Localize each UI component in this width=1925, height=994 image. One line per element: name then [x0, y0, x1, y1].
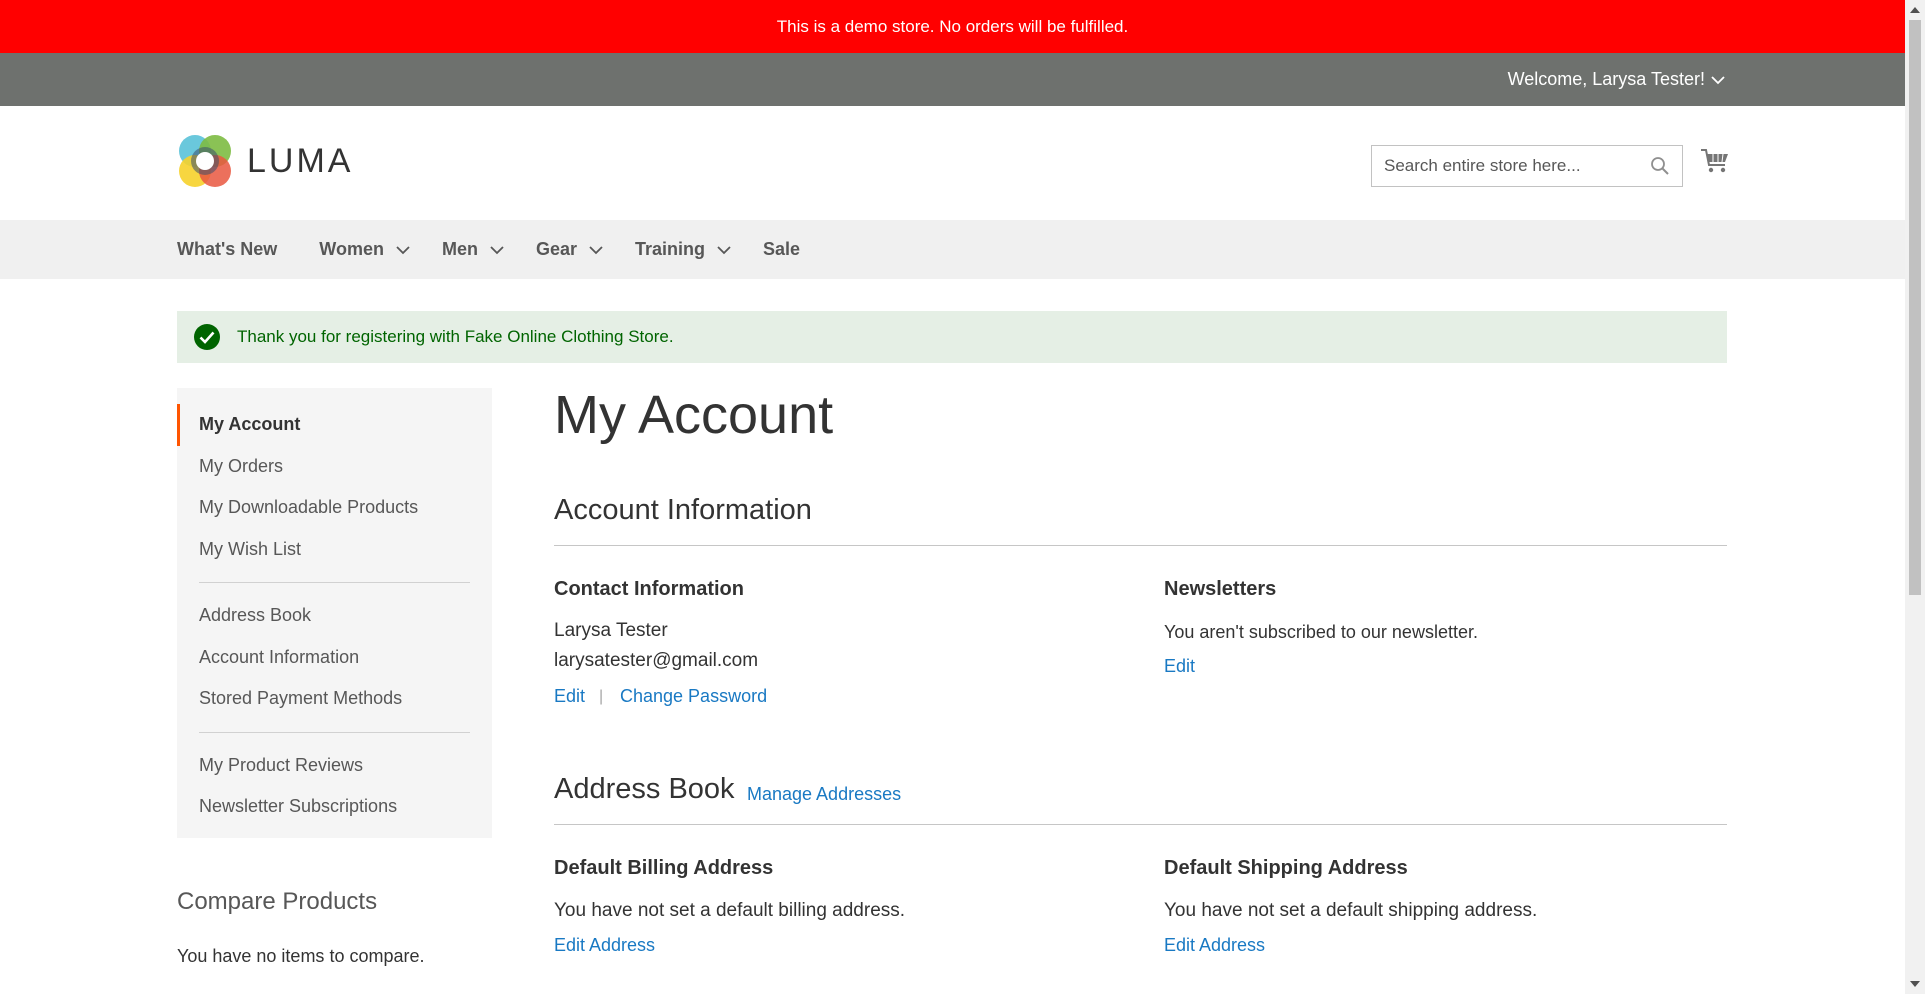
logo-text: LUMA: [247, 141, 354, 180]
nav-item-label: Training: [635, 239, 706, 259]
scroll-up-icon[interactable]: [1910, 6, 1920, 14]
site-header: LUMA: [0, 106, 1905, 220]
sidebar-item-stored-payment-methods[interactable]: Stored Payment Methods: [177, 678, 492, 720]
compare-products-empty: You have no items to compare.: [177, 946, 425, 966]
nav-item-whats-new[interactable]: What's New: [177, 239, 277, 260]
scroll-down-icon[interactable]: [1910, 980, 1920, 988]
page-title: My Account: [554, 385, 834, 445]
newsletters-edit-link[interactable]: Edit: [1164, 656, 1195, 677]
account-sidebar: My Account My Orders My Downloadable Pro…: [177, 388, 492, 838]
contact-edit-link[interactable]: Edit: [554, 686, 585, 707]
chevron-down-icon: [490, 245, 504, 254]
contact-name: Larysa Tester: [554, 620, 668, 641]
search-box: [1371, 145, 1683, 187]
address-book-title: Address Book: [554, 773, 735, 805]
sidebar-item-product-reviews[interactable]: My Product Reviews: [177, 745, 492, 787]
sidebar-item-account-information[interactable]: Account Information: [177, 637, 492, 679]
section-divider: [554, 545, 1727, 546]
nav-item-men[interactable]: Men: [442, 239, 504, 260]
demo-notice: This is a demo store. No orders will be …: [0, 0, 1905, 53]
customer-menu-toggle[interactable]: Welcome, Larysa Tester!: [1508, 53, 1725, 106]
sidebar-item-wish-list[interactable]: My Wish List: [177, 529, 492, 571]
contact-email: larysatester@gmail.com: [554, 650, 759, 671]
main-nav: What's New Women Men Gear Training Sale: [0, 220, 1905, 279]
newsletters-status: You aren't subscribed to our newsletter.: [1164, 622, 1478, 642]
sidebar-item-my-account[interactable]: My Account: [177, 404, 492, 446]
success-message: Thank you for registering with Fake Onli…: [177, 311, 1727, 363]
sidebar-item-downloadable-products[interactable]: My Downloadable Products: [177, 487, 492, 529]
sidebar-item-address-book[interactable]: Address Book: [177, 595, 492, 637]
nav-item-sale[interactable]: Sale: [763, 239, 800, 260]
panel-header: Welcome, Larysa Tester!: [0, 53, 1905, 106]
chevron-down-icon: [589, 245, 603, 254]
nav-item-label: Sale: [763, 239, 801, 259]
change-password-link[interactable]: Change Password: [620, 686, 767, 707]
chevron-down-icon: [1711, 75, 1725, 84]
default-billing-text: You have not set a default billing addre…: [554, 900, 906, 921]
scrollbar-thumb[interactable]: [1909, 20, 1921, 595]
contact-information-title: Contact Information: [554, 578, 744, 600]
billing-edit-address-link[interactable]: Edit Address: [554, 935, 655, 956]
vertical-scrollbar[interactable]: [1905, 0, 1925, 994]
nav-item-women[interactable]: Women: [319, 239, 410, 260]
luma-logo-icon: [179, 135, 231, 187]
search-input[interactable]: [1384, 156, 1650, 176]
nav-item-gear[interactable]: Gear: [536, 239, 603, 260]
default-billing-title: Default Billing Address: [554, 857, 774, 879]
shipping-edit-address-link[interactable]: Edit Address: [1164, 935, 1265, 956]
welcome-text: Welcome, Larysa Tester!: [1507, 69, 1705, 89]
nav-item-label: Gear: [535, 239, 577, 259]
nav-item-label: Women: [319, 239, 384, 259]
manage-addresses-link[interactable]: Manage Addresses: [747, 784, 901, 805]
success-message-text: Thank you for registering with Fake Onli…: [237, 327, 674, 346]
check-circle-icon: [194, 324, 220, 350]
nav-item-training[interactable]: Training: [635, 239, 731, 260]
chevron-down-icon: [396, 245, 410, 254]
section-divider: [554, 824, 1727, 825]
default-shipping-text: You have not set a default shipping addr…: [1164, 900, 1538, 921]
default-shipping-title: Default Shipping Address: [1164, 857, 1408, 879]
cart-icon[interactable]: [1700, 146, 1730, 176]
chevron-down-icon: [717, 245, 731, 254]
demo-notice-text: This is a demo store. No orders will be …: [776, 16, 1129, 36]
account-information-title: Account Information: [554, 494, 812, 526]
sidebar-item-newsletter-subscriptions[interactable]: Newsletter Subscriptions: [177, 786, 492, 828]
link-separator: |: [599, 688, 604, 705]
sidebar-item-my-orders[interactable]: My Orders: [177, 446, 492, 488]
search-icon[interactable]: [1650, 156, 1670, 176]
logo-link[interactable]: LUMA: [177, 133, 353, 189]
compare-products-title: Compare Products: [177, 888, 378, 915]
nav-item-label: Men: [441, 239, 478, 259]
newsletters-title: Newsletters: [1164, 578, 1277, 600]
sidebar-divider: [199, 731, 470, 733]
sidebar-divider: [199, 582, 470, 583]
nav-item-label: What's New: [177, 239, 278, 259]
